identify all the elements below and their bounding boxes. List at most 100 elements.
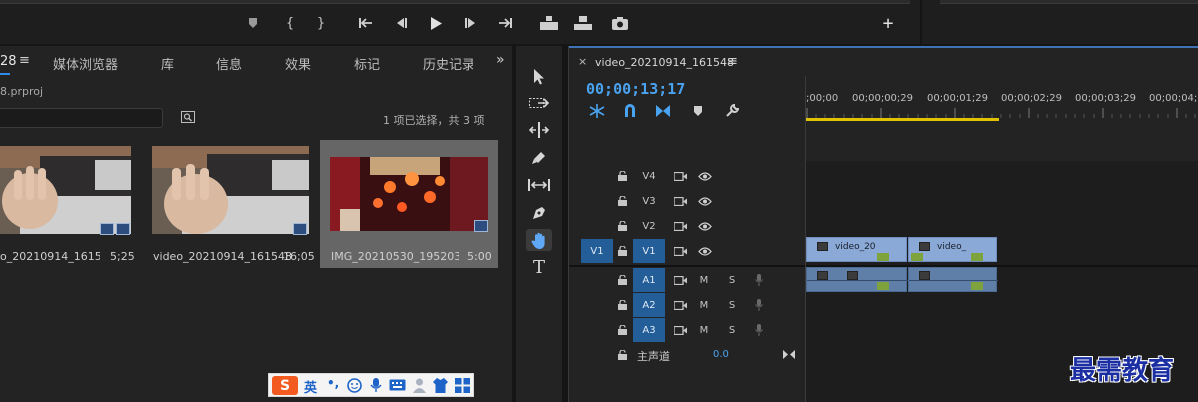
keyboard-icon[interactable] xyxy=(389,379,406,391)
video-clip[interactable]: video_20 xyxy=(806,237,907,262)
ripple-edit-tool-icon[interactable] xyxy=(526,119,552,141)
source-patch-v1[interactable]: V1 xyxy=(581,239,613,263)
toolbox-icon[interactable] xyxy=(455,378,470,393)
insert-icon[interactable] xyxy=(540,14,558,32)
av-divider[interactable] xyxy=(569,265,805,267)
work-area-bar[interactable] xyxy=(806,118,999,121)
audio-clip[interactable] xyxy=(908,267,998,292)
video-clip[interactable]: video_ xyxy=(908,237,997,262)
more-tabs-icon[interactable]: » xyxy=(496,52,505,68)
settings-wrench-icon[interactable] xyxy=(725,104,739,118)
sync-lock-icon[interactable] xyxy=(671,318,689,342)
export-frame-icon[interactable] xyxy=(611,14,629,32)
sync-lock-icon[interactable] xyxy=(671,268,689,292)
mark-out-icon[interactable]: } xyxy=(312,14,330,32)
add-marker-icon[interactable] xyxy=(244,14,262,32)
lock-icon[interactable] xyxy=(615,318,629,342)
sync-lock-icon[interactable] xyxy=(671,189,689,213)
overwrite-icon[interactable] xyxy=(574,14,592,32)
right-panel-scrollbar[interactable] xyxy=(940,0,1198,4)
go-to-in-icon[interactable] xyxy=(357,14,375,32)
tab-media-browser[interactable]: 媒体浏览器 xyxy=(53,54,118,73)
ime-language[interactable]: 英 xyxy=(304,377,317,396)
solo-button[interactable]: S xyxy=(725,318,739,342)
tab-history[interactable]: 历史记录 xyxy=(423,54,473,73)
project-item[interactable]: video_20210914_161548 16;05 xyxy=(152,142,315,267)
audio-clip[interactable] xyxy=(806,267,908,292)
tab-effects[interactable]: 效果 xyxy=(285,54,311,73)
panel-divider[interactable] xyxy=(0,44,1198,46)
track-select-tool-icon[interactable] xyxy=(526,92,552,114)
add-button-icon[interactable]: + xyxy=(879,13,897,34)
panel-menu-icon[interactable]: ≡ xyxy=(19,53,30,68)
lock-icon[interactable] xyxy=(615,239,629,263)
mark-in-icon[interactable]: { xyxy=(281,14,299,32)
slip-tool-icon[interactable] xyxy=(526,174,552,196)
time-ruler[interactable]: ;00;00 00;00;00;29 00;00;01;29 00;00;02;… xyxy=(805,76,1198,161)
project-item[interactable]: o_20210914_16154... 5;25 xyxy=(0,142,138,267)
mute-button[interactable]: M xyxy=(697,268,711,292)
skin-icon[interactable] xyxy=(433,378,448,393)
find-icon[interactable] xyxy=(181,111,195,123)
track-name[interactable]: V1 xyxy=(633,239,665,263)
tab-markers[interactable]: 标记 xyxy=(354,54,380,73)
volume-line[interactable] xyxy=(807,280,908,281)
lock-icon[interactable] xyxy=(615,293,629,317)
tab-libraries[interactable]: 库 xyxy=(161,54,174,73)
razor-tool-icon[interactable] xyxy=(526,147,552,169)
lock-icon[interactable] xyxy=(615,214,629,238)
solo-button[interactable]: S xyxy=(725,268,739,292)
hand-tool-icon[interactable] xyxy=(526,229,552,251)
step-back-icon[interactable] xyxy=(392,14,410,32)
step-forward-icon[interactable] xyxy=(462,14,480,32)
nest-sequence-icon[interactable] xyxy=(589,104,605,118)
master-volume-value[interactable]: 0.0 xyxy=(713,349,729,360)
track-name[interactable]: V2 xyxy=(633,214,665,238)
panel-divider[interactable] xyxy=(920,0,922,44)
sync-lock-icon[interactable] xyxy=(671,239,689,263)
tab-info[interactable]: 信息 xyxy=(216,54,242,73)
sequence-tab[interactable]: video_20210914_161548 xyxy=(595,56,734,69)
microphone-icon[interactable] xyxy=(370,378,382,393)
playhead-timecode[interactable]: 00;00;13;17 xyxy=(586,80,685,98)
sync-lock-icon[interactable] xyxy=(671,293,689,317)
eye-icon[interactable] xyxy=(696,214,714,238)
pen-tool-icon[interactable] xyxy=(526,202,552,224)
selection-tool-icon[interactable] xyxy=(526,65,552,87)
user-icon[interactable] xyxy=(413,378,426,393)
mute-button[interactable]: M xyxy=(697,293,711,317)
lock-icon[interactable] xyxy=(615,343,629,367)
search-input[interactable] xyxy=(0,108,163,128)
project-item-selected[interactable]: IMG_20210530_195203... 5:00 xyxy=(330,142,492,267)
track-name[interactable]: A3 xyxy=(633,318,665,342)
track-name[interactable]: A2 xyxy=(633,293,665,317)
tab-project[interactable]: 28 xyxy=(0,54,17,69)
track-name[interactable]: V4 xyxy=(633,164,665,188)
panel-divider[interactable] xyxy=(562,46,568,402)
sync-lock-icon[interactable] xyxy=(671,164,689,188)
ime-logo-icon[interactable]: S xyxy=(272,376,298,395)
linked-selection-icon[interactable] xyxy=(655,104,671,118)
solo-button[interactable]: S xyxy=(725,293,739,317)
eye-icon[interactable] xyxy=(696,189,714,213)
eye-icon[interactable] xyxy=(696,239,714,263)
lock-icon[interactable] xyxy=(615,268,629,292)
play-icon[interactable] xyxy=(427,14,445,32)
add-marker-icon[interactable] xyxy=(693,105,703,117)
volume-line[interactable] xyxy=(909,280,998,281)
microphone-icon[interactable] xyxy=(752,293,766,317)
emoji-icon[interactable] xyxy=(347,378,362,393)
go-to-out-icon[interactable] xyxy=(496,14,514,32)
sync-lock-icon[interactable] xyxy=(671,214,689,238)
lock-icon[interactable] xyxy=(615,189,629,213)
monitor-scrollbar[interactable] xyxy=(0,0,910,4)
eye-icon[interactable] xyxy=(696,164,714,188)
track-name[interactable]: A1 xyxy=(633,268,665,292)
close-tab-icon[interactable]: × xyxy=(578,55,587,68)
ime-punctuation[interactable]: •, xyxy=(327,376,339,390)
type-tool-icon[interactable]: T xyxy=(526,256,552,278)
track-name[interactable]: V3 xyxy=(633,189,665,213)
microphone-icon[interactable] xyxy=(752,268,766,292)
snap-icon[interactable] xyxy=(623,103,637,118)
lock-icon[interactable] xyxy=(615,164,629,188)
